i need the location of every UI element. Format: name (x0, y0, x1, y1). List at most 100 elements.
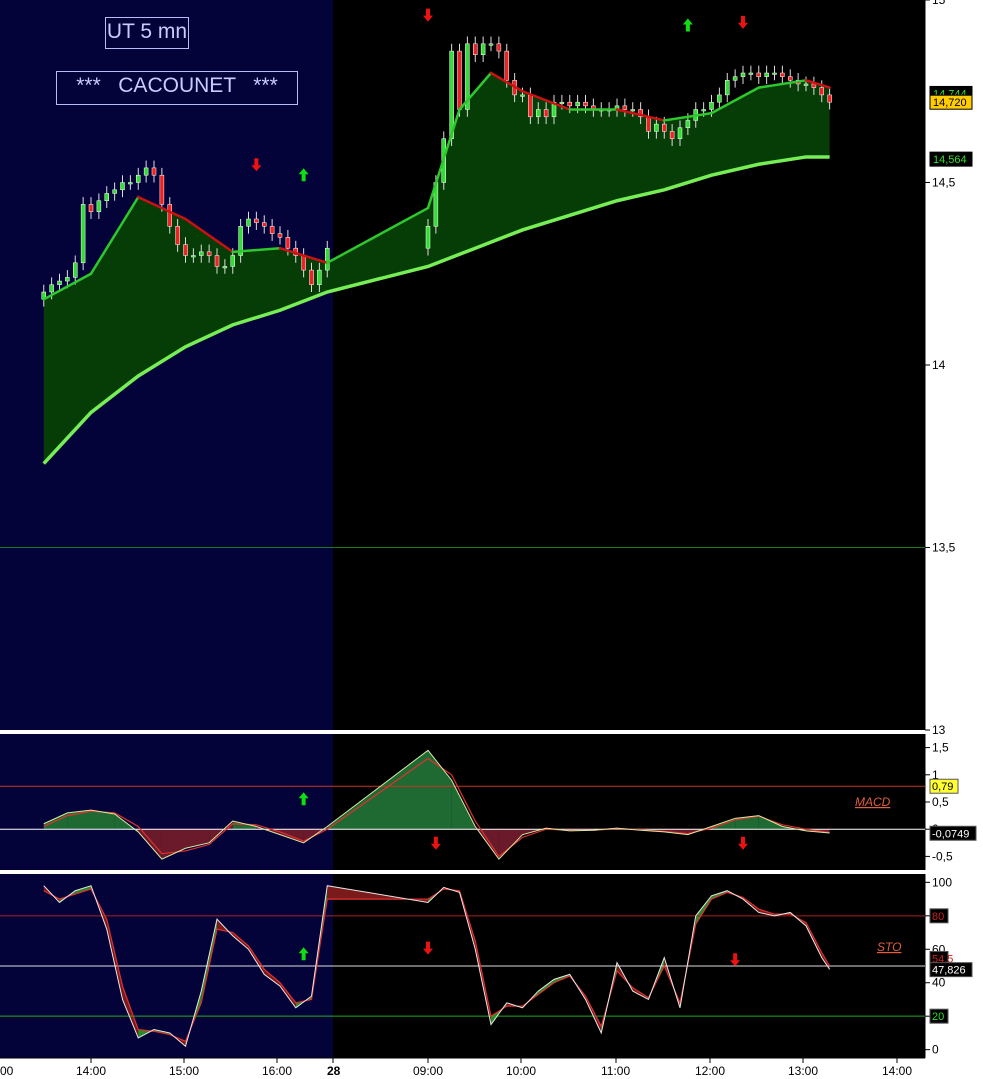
x-tick-label: 28 (327, 1064, 341, 1078)
trading-chart: 1514,51413,51314,74414,72014,5641,510,50… (0, 0, 983, 1079)
candle-body (183, 244, 188, 256)
candle-body (536, 109, 541, 118)
candle-body (301, 255, 306, 271)
candle-body (543, 109, 549, 118)
candle-body (206, 251, 212, 256)
x-tick-label: 00 (0, 1064, 14, 1078)
sto-value-text: 47,826 (932, 965, 966, 977)
sto-value-text: 80 (932, 911, 944, 923)
macd-tick-label: 0,5 (932, 795, 949, 809)
x-tick-label: 13:00 (788, 1064, 818, 1078)
candle-body (788, 76, 793, 81)
candle-body (277, 233, 283, 238)
price-label: 14,564 (929, 151, 973, 167)
x-tick-label: 11:00 (601, 1064, 630, 1078)
candle-body (662, 123, 667, 132)
author-label: *** CACOUNET *** (56, 71, 298, 105)
price-tick-label: 14 (932, 358, 946, 372)
candle-body (819, 87, 824, 96)
candle-body (669, 131, 675, 139)
candle-body (167, 204, 172, 227)
candle-body (151, 167, 157, 176)
candle-body (73, 262, 78, 278)
macd-value-label: 0,79 (929, 778, 959, 794)
candle-body (65, 277, 70, 282)
candle-body (756, 72, 761, 77)
candle-body (214, 255, 220, 267)
candle-body (254, 218, 259, 223)
candle-body (246, 218, 251, 227)
candle-body (262, 222, 267, 227)
macd-value-label: -0,0749 (929, 825, 977, 841)
candle-body (646, 116, 651, 132)
candle-body (317, 269, 322, 285)
sto-tick-label: 0 (932, 1043, 939, 1057)
candle-body (685, 120, 691, 128)
candle-body (80, 204, 86, 264)
x-tick-label: 09:00 (413, 1064, 443, 1078)
candle-body (143, 167, 149, 176)
candle-body (159, 174, 165, 205)
candle-body (622, 105, 628, 110)
candle-body (96, 200, 102, 212)
candle-body (827, 94, 832, 103)
candle-body (425, 226, 431, 249)
price-label-text: 14,720 (933, 97, 967, 109)
candle-body (175, 226, 180, 245)
candle-body (630, 109, 635, 112)
candle-body (457, 50, 462, 110)
candle-body (772, 72, 777, 75)
candle-body (528, 94, 533, 118)
candle-body (559, 101, 565, 104)
x-tick-label: 14:00 (76, 1064, 106, 1078)
candle-body (488, 43, 494, 46)
candle-body (128, 182, 133, 185)
sto-value-label: 20 (929, 1008, 949, 1024)
candle-body (88, 204, 94, 212)
x-tick-label: 12:00 (695, 1064, 725, 1078)
sto-value-label: 47,826 (929, 962, 973, 978)
sto-tick-label: 40 (932, 976, 946, 990)
candle-body (199, 251, 204, 256)
candle-body (57, 280, 62, 285)
candle-body (567, 101, 572, 107)
candle-body (740, 72, 746, 77)
timeframe-label: UT 5 mn (105, 17, 189, 49)
price-tick-label: 13,5 (932, 541, 956, 555)
candle-body (496, 43, 502, 52)
candle-body (717, 94, 722, 103)
candle-body (575, 101, 580, 107)
x-tick-label: 16:00 (262, 1064, 292, 1078)
price-tick-label: 13 (932, 723, 946, 737)
candle-body (780, 72, 785, 77)
candle-body (748, 72, 754, 75)
macd-value-text: -0,0749 (932, 828, 969, 840)
candle-body (654, 123, 659, 132)
candle-body (583, 101, 588, 107)
price-label: 14,720 (929, 94, 973, 110)
candle-body (732, 76, 738, 81)
sto-value-label: 80 (929, 908, 949, 924)
candle-body (269, 226, 275, 234)
candle-body (473, 43, 478, 55)
macd-tick-label: 1,5 (932, 741, 949, 755)
candle-body (504, 50, 509, 81)
candle-body (811, 83, 817, 88)
candle-body (49, 284, 54, 293)
candle-body (285, 237, 291, 249)
price-tick-label: 15 (932, 0, 946, 7)
candle-body (112, 189, 117, 194)
candle-body (709, 101, 714, 110)
candle-body (120, 182, 125, 191)
x-tick-label: 10:00 (506, 1064, 536, 1078)
x-tick-label: 14:00 (882, 1064, 912, 1078)
candle-body (230, 255, 235, 267)
sto-title: STO (877, 940, 901, 954)
x-tick-label: 15:00 (169, 1064, 199, 1078)
sto-value-text: 20 (932, 1011, 944, 1023)
candle-body (803, 83, 809, 86)
price-tick-label: 14,5 (932, 176, 956, 190)
candle-body (725, 80, 730, 96)
sto-tick-label: 100 (932, 875, 952, 889)
candle-body (480, 43, 486, 55)
